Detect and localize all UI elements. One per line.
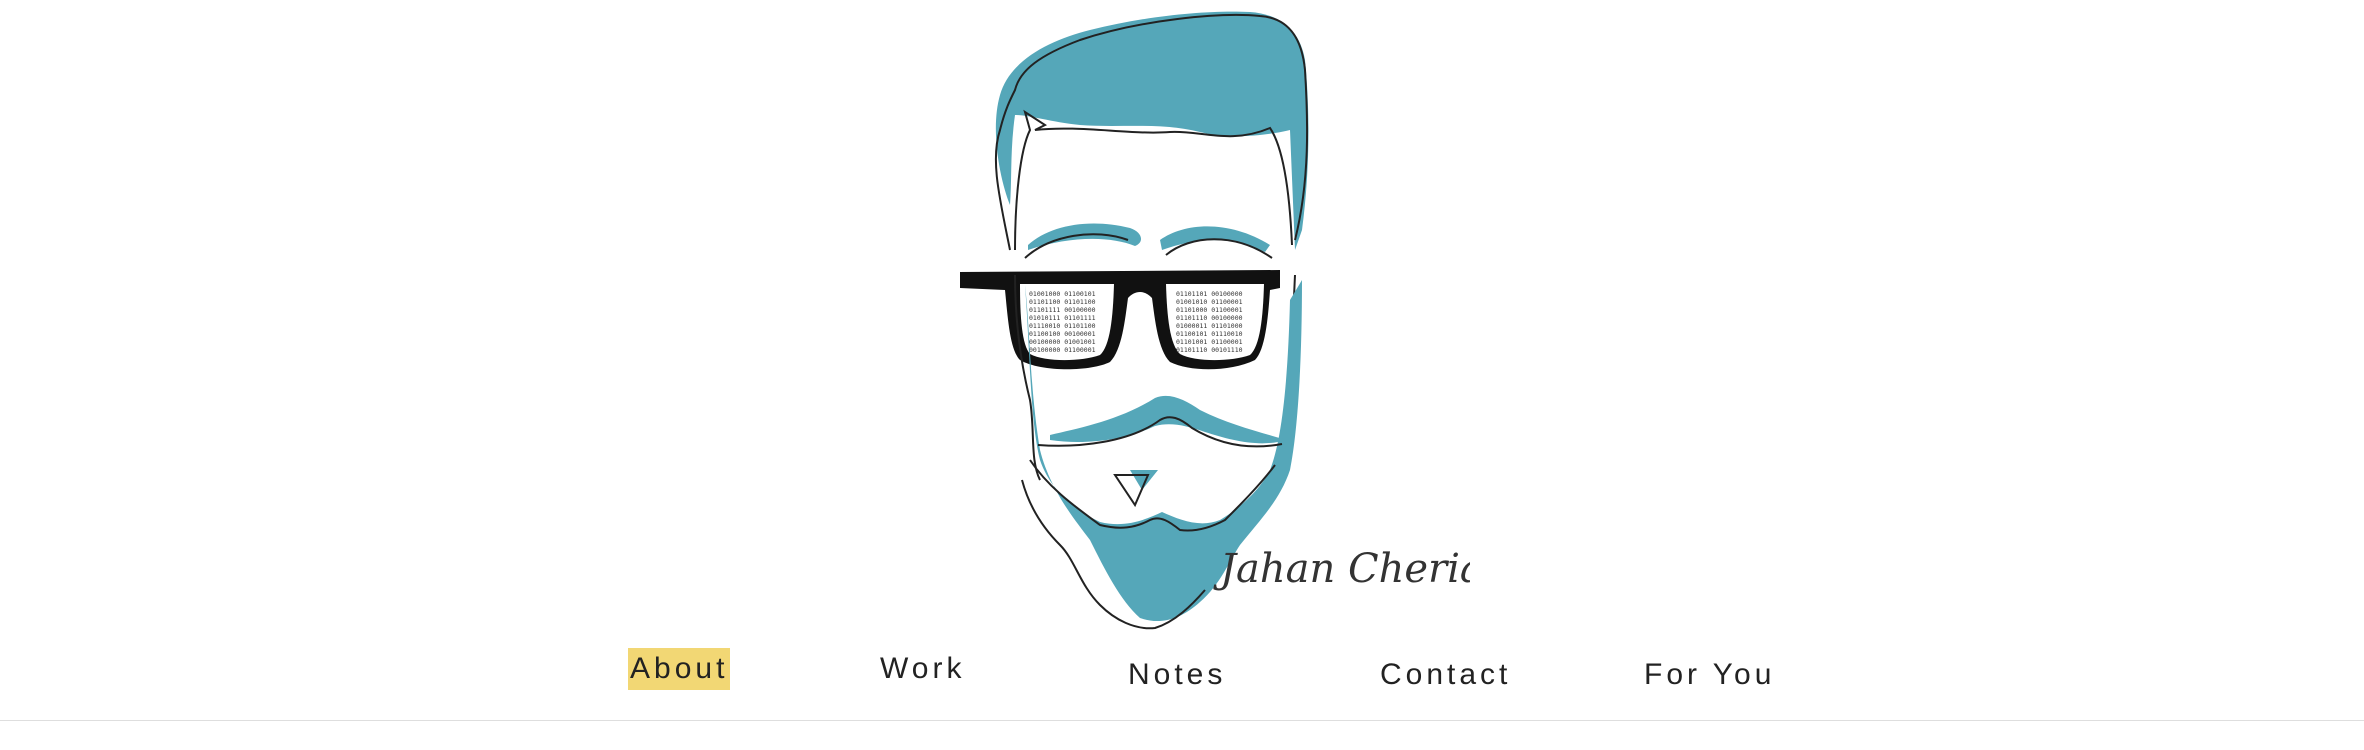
lens-binary-line: 01100100 00100001	[1029, 330, 1096, 338]
face-illustration: 01001000 0110010101101100 01101100011011…	[960, 11, 1470, 630]
lens-binary-line: 01101001 01100001	[1176, 338, 1243, 346]
right-lens-binary: 01101101 0010000001001010 01100001011010…	[1176, 290, 1243, 354]
main-nav: About Work Notes Contact For You	[0, 648, 2364, 708]
signature-text: Jahan Cherian	[1213, 546, 1470, 592]
nav-contact-label: Contact	[1380, 658, 1512, 691]
lens-binary-line: 00100000 01100001	[1029, 346, 1096, 354]
lens-binary-line: 01101111 00100000	[1029, 306, 1096, 314]
lens-binary-line: 01100101 01110010	[1176, 330, 1243, 338]
signature: Jahan Cherian	[1213, 546, 1470, 592]
nav-about-label: About	[628, 648, 731, 690]
left-eyebrow-fill	[1028, 223, 1142, 250]
page: 01001000 01100101 01101100 01101100 011011…	[0, 0, 2364, 750]
lens-binary-line: 01101110 00100000	[1176, 314, 1243, 322]
nav-about[interactable]: About	[628, 648, 731, 690]
lens-binary-line: 01101000 01100001	[1176, 306, 1243, 314]
nav-divider	[0, 720, 2364, 721]
nav-contact[interactable]: Contact	[1378, 654, 1513, 696]
lens-binary-line: 01010111 01101111	[1029, 314, 1096, 322]
lens-binary-line: 01001010 01100001	[1176, 298, 1243, 306]
lens-binary-line: 01001000 01100101	[1029, 290, 1096, 298]
lens-binary-line: 01101101 00100000	[1176, 290, 1243, 298]
logo[interactable]: 01001000 01100101 01101100 01101100 011011…	[930, 0, 1470, 640]
nav-work-label: Work	[880, 652, 966, 685]
chin-patch-fill	[1130, 470, 1158, 490]
lens-binary-line: 01101100 01101100	[1029, 298, 1096, 306]
nav-for-you-label: For You	[1644, 658, 1776, 691]
nav-notes[interactable]: Notes	[1126, 654, 1228, 696]
lens-binary-line: 00100000 01001001	[1029, 338, 1096, 346]
nav-for-you[interactable]: For You	[1642, 654, 1777, 696]
nav-work[interactable]: Work	[878, 648, 967, 690]
lens-binary-line: 01000011 01101000	[1176, 322, 1243, 330]
nav-notes-label: Notes	[1128, 658, 1227, 691]
left-lens-binary: 01001000 0110010101101100 01101100011011…	[1029, 290, 1096, 354]
lens-binary-line: 01101110 00101110	[1176, 346, 1243, 354]
mustache-fill	[1050, 395, 1286, 444]
lens-binary-line: 01110010 01101100	[1029, 322, 1096, 330]
